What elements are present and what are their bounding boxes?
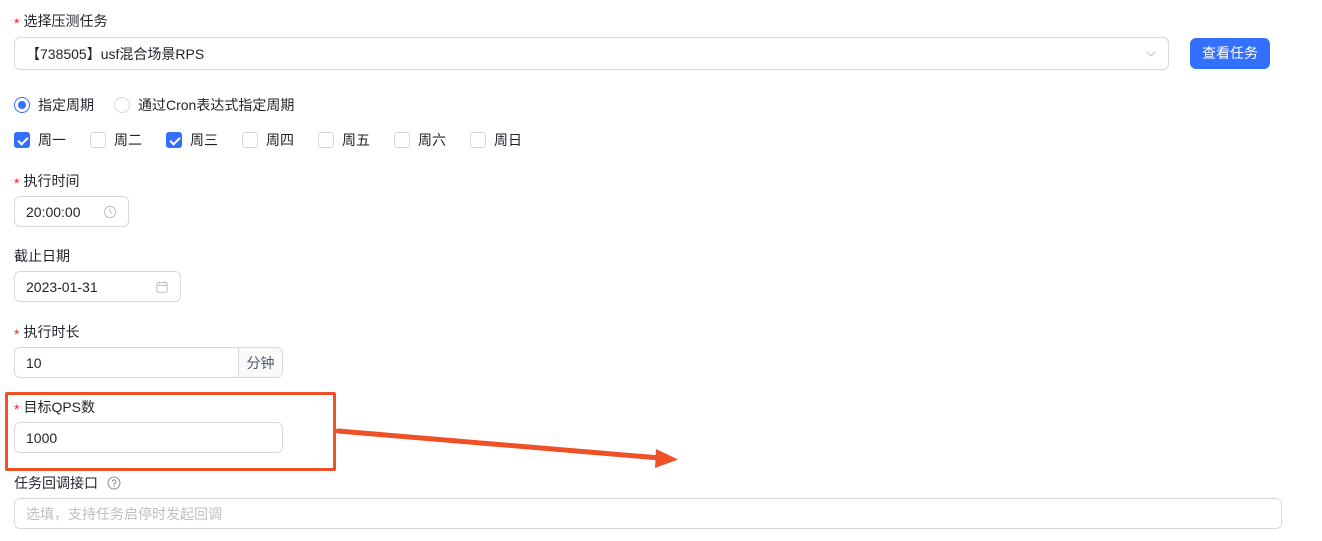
target-qps-label-text: 目标QPS数 (23, 399, 96, 415)
checkbox-box-icon (90, 132, 106, 148)
duration-label: * 执行时长 (14, 322, 79, 342)
checkbox-friday[interactable]: 周五 (318, 131, 370, 149)
required-asterisk: * (14, 401, 20, 417)
exec-time-label-text: 执行时间 (23, 173, 80, 189)
checkbox-thursday[interactable]: 周四 (242, 131, 294, 149)
target-qps-label: * 目标QPS数 (14, 397, 95, 417)
radio-option-fixed-period[interactable]: 指定周期 (14, 96, 94, 114)
task-select[interactable]: 【738505】usf混合场景RPS (14, 37, 1169, 70)
checkbox-label: 周四 (266, 132, 294, 148)
checkbox-label: 周二 (114, 132, 142, 148)
checkbox-check-icon (14, 132, 30, 148)
end-date-value: 2023-01-31 (26, 278, 98, 295)
radio-indicator-icon (114, 97, 130, 113)
checkbox-label: 周六 (418, 132, 446, 148)
callback-input[interactable]: 选填，支持任务启停时发起回调 (14, 498, 1282, 529)
radio-option-label: 指定周期 (38, 97, 94, 113)
checkbox-label: 周三 (190, 132, 218, 148)
radio-option-label: 通过Cron表达式指定周期 (138, 97, 295, 113)
chevron-down-icon (1145, 48, 1157, 60)
duration-field-group: 10 分钟 (14, 347, 283, 378)
end-date-input[interactable]: 2023-01-31 (14, 271, 181, 302)
end-date-label-text: 截止日期 (14, 248, 70, 264)
checkbox-tuesday[interactable]: 周二 (90, 131, 142, 149)
task-select-value: 【738505】usf混合场景RPS (26, 45, 205, 62)
checkbox-saturday[interactable]: 周六 (394, 131, 446, 149)
duration-label-text: 执行时长 (23, 324, 80, 340)
exec-time-value: 20:00:00 (26, 203, 81, 220)
checkbox-box-icon (394, 132, 410, 148)
task-select-label: * 选择压测任务 (14, 11, 107, 31)
duration-input[interactable]: 10 (14, 347, 238, 378)
checkbox-monday[interactable]: 周一 (14, 131, 66, 149)
checkbox-box-icon (242, 132, 258, 148)
annotation-arrow (335, 428, 678, 468)
required-asterisk: * (14, 15, 20, 31)
radio-indicator-icon (14, 97, 30, 113)
view-task-button[interactable]: 查看任务 (1190, 38, 1270, 69)
task-select-label-text: 选择压测任务 (23, 13, 108, 29)
callback-placeholder: 选填，支持任务启停时发起回调 (26, 505, 222, 522)
callback-label: 任务回调接口 (14, 473, 121, 493)
checkbox-label: 周日 (494, 132, 522, 148)
target-qps-value: 1000 (26, 429, 58, 446)
target-qps-input[interactable]: 1000 (14, 422, 283, 453)
exec-time-input[interactable]: 20:00:00 (14, 196, 129, 227)
radio-option-cron[interactable]: 通过Cron表达式指定周期 (114, 96, 294, 114)
checkbox-check-icon (166, 132, 182, 148)
clock-icon (103, 205, 117, 219)
schedule-mode-radio-group: 指定周期 通过Cron表达式指定周期 (14, 96, 314, 114)
required-asterisk: * (14, 326, 20, 342)
checkbox-label: 周一 (38, 132, 66, 148)
checkbox-box-icon (470, 132, 486, 148)
checkbox-box-icon (318, 132, 334, 148)
checkbox-wednesday[interactable]: 周三 (166, 131, 218, 149)
question-circle-icon[interactable] (107, 476, 121, 490)
exec-time-label: * 执行时间 (14, 171, 79, 191)
checkbox-label: 周五 (342, 132, 370, 148)
required-asterisk: * (14, 175, 20, 191)
duration-value: 10 (26, 354, 42, 371)
end-date-label: 截止日期 (14, 246, 70, 266)
scheduled-task-form: * 选择压测任务 【738505】usf混合场景RPS 查看任务 指定周期 通过C… (0, 0, 1322, 541)
calendar-icon (155, 280, 169, 294)
duration-unit-addon: 分钟 (238, 347, 283, 378)
weekday-checkbox-group: 周一 周二 周三 周四 周五 周六 周日 (14, 131, 546, 149)
checkbox-sunday[interactable]: 周日 (470, 131, 522, 149)
callback-label-text: 任务回调接口 (14, 475, 98, 491)
